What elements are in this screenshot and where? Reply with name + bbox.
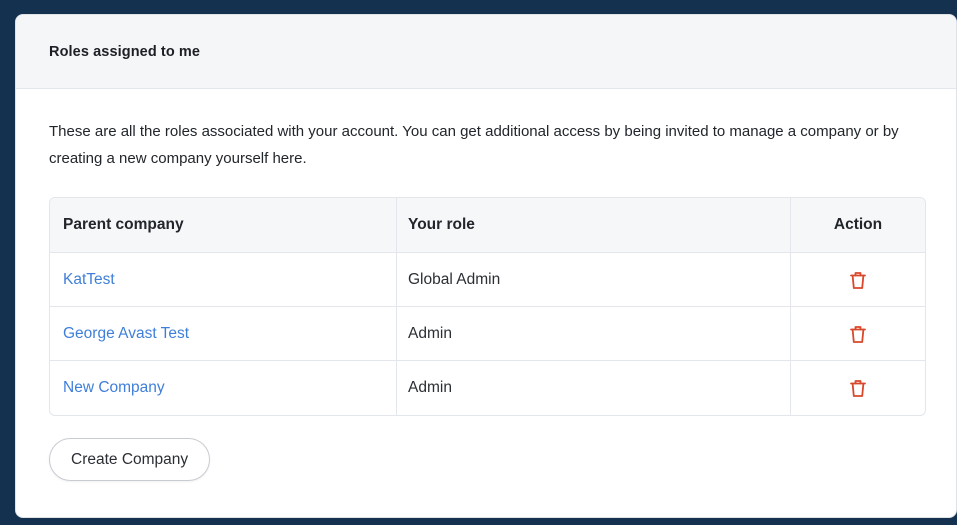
company-cell: New Company	[50, 361, 397, 415]
roles-card: Roles assigned to me These are all the r…	[15, 14, 957, 518]
table-row: New Company Admin	[50, 361, 925, 415]
table-header-row: Parent company Your role Action	[50, 198, 925, 253]
header-your-role: Your role	[397, 198, 791, 252]
roles-table: Parent company Your role Action KatTest …	[49, 197, 926, 416]
trash-icon	[850, 271, 866, 289]
header-parent-company: Parent company	[50, 198, 397, 252]
company-cell: George Avast Test	[50, 307, 397, 360]
delete-role-button[interactable]	[846, 322, 870, 346]
role-cell: Global Admin	[397, 253, 791, 306]
intro-text: These are all the roles associated with …	[49, 123, 899, 167]
header-action: Action	[833, 216, 883, 233]
card-title: Roles assigned to me	[49, 43, 201, 60]
company-link[interactable]: George Avast Test	[63, 325, 189, 343]
action-cell	[791, 253, 925, 306]
trash-icon	[850, 325, 866, 343]
company-cell: KatTest	[50, 253, 397, 306]
card-header: Roles assigned to me	[16, 15, 956, 89]
card-body: These are all the roles associated with …	[16, 89, 956, 481]
company-link[interactable]: New Company	[63, 379, 165, 397]
delete-role-button[interactable]	[846, 376, 870, 400]
company-link[interactable]: KatTest	[63, 271, 115, 289]
action-cell	[791, 361, 925, 415]
create-company-button[interactable]: Create Company	[49, 438, 211, 481]
action-cell	[791, 307, 925, 360]
delete-role-button[interactable]	[846, 268, 870, 292]
role-cell: Admin	[397, 307, 791, 360]
trash-icon	[850, 380, 866, 397]
table-row: George Avast Test Admin	[50, 307, 925, 361]
role-cell: Admin	[397, 361, 791, 415]
table-row: KatTest Global Admin	[50, 253, 925, 307]
